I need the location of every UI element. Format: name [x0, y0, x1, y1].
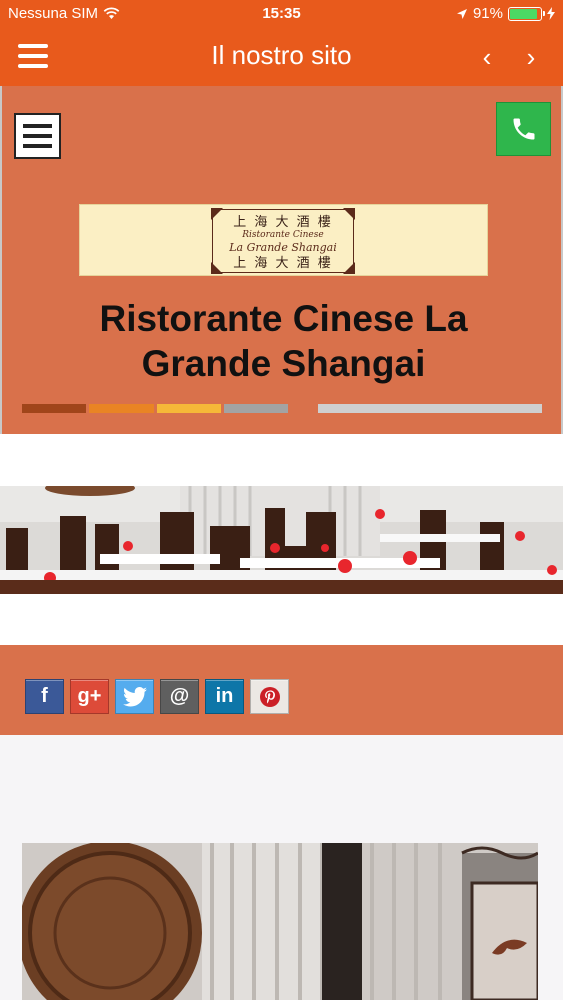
- carrier-label: Nessuna SIM: [8, 5, 99, 22]
- color-stripe-3: [157, 404, 221, 413]
- status-indicators: 91%: [456, 5, 555, 22]
- color-stripe-1: [22, 404, 86, 413]
- twitter-icon[interactable]: [115, 679, 154, 714]
- site-menu-button[interactable]: [14, 113, 61, 159]
- logo-chinese-bottom: 上 海 大 酒 樓: [233, 256, 333, 271]
- battery-percent: 91%: [472, 5, 503, 22]
- site-title: Ristorante Cinese La Grande Shangai: [99, 298, 468, 384]
- charging-bolt-icon: [547, 7, 555, 20]
- wifi-icon: [103, 7, 120, 20]
- battery-level: [510, 8, 538, 19]
- location-arrow-icon: [456, 8, 467, 19]
- logo-subtitle: Ristorante Cinese: [242, 230, 324, 240]
- color-stripe-5: [318, 404, 542, 413]
- carrier-info: Nessuna SIM: [8, 5, 120, 22]
- logo-frame: 上 海 大 酒 樓 Ristorante Cinese La Grande Sh…: [211, 208, 355, 274]
- google-plus-icon[interactable]: g+: [70, 679, 109, 714]
- linkedin-icon[interactable]: in: [205, 679, 244, 714]
- color-stripe-2: [89, 404, 154, 413]
- hamburger-menu-icon[interactable]: [18, 44, 48, 70]
- pinterest-icon[interactable]: [250, 679, 289, 714]
- social-share-bar: f g+ @ in: [0, 645, 563, 735]
- social-icons: f g+ @ in: [25, 679, 289, 714]
- restaurant-interior-photo[interactable]: [22, 843, 538, 1000]
- app-nav-bar: Il nostro sito ‹ ›: [0, 30, 563, 86]
- battery-icon: [508, 6, 545, 21]
- call-button[interactable]: [496, 102, 551, 156]
- phone-icon: [513, 118, 534, 140]
- chevron-left-icon[interactable]: ‹: [472, 42, 502, 72]
- status-bar: Nessuna SIM 15:35 91%: [0, 0, 563, 30]
- site-header: 上 海 大 酒 樓 Ristorante Cinese La Grande Sh…: [0, 86, 563, 434]
- facebook-icon[interactable]: f: [25, 679, 64, 714]
- color-stripe-4: [224, 404, 288, 413]
- dining-room-photo[interactable]: [0, 486, 563, 594]
- restaurant-logo: 上 海 大 酒 樓 Ristorante Cinese La Grande Sh…: [79, 204, 488, 276]
- email-icon[interactable]: @: [160, 679, 199, 714]
- chevron-right-icon[interactable]: ›: [516, 42, 546, 72]
- logo-chinese-top: 上 海 大 酒 樓: [233, 215, 333, 230]
